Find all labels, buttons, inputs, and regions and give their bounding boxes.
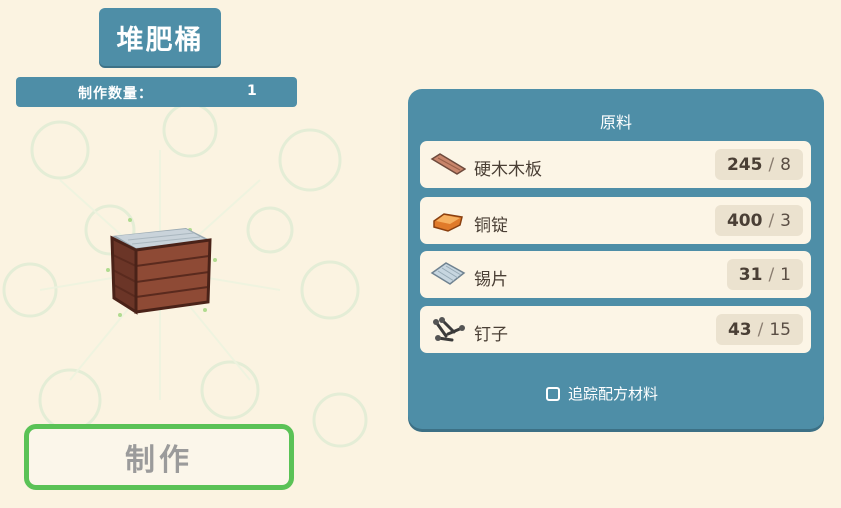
hardwood-plank-icon — [430, 153, 466, 175]
material-count: 43/15 — [715, 314, 803, 345]
material-need: 1 — [780, 264, 791, 285]
material-need: 8 — [780, 154, 791, 175]
material-count: 400/3 — [714, 205, 803, 236]
material-row[interactable]: 钉子 43/15 — [420, 306, 811, 353]
material-name: 硬木木板 — [474, 160, 542, 180]
materials-title: 原料 — [599, 113, 632, 132]
craft-button[interactable]: 制作 — [24, 424, 294, 490]
material-have: 43 — [727, 319, 752, 340]
material-row[interactable]: 硬木木板 245/8 — [420, 141, 811, 188]
quantity-bar: 制作数量： 1 — [16, 77, 297, 107]
material-have: 31 — [738, 264, 763, 285]
material-name: 锡片 — [474, 270, 508, 290]
material-count: 245/8 — [714, 149, 803, 180]
material-row[interactable]: 锡片 31/1 — [420, 251, 811, 298]
materials-panel: 原料 硬木木板 245/8 铜锭 400/3 锡片 31/1 钉子 43 / 1… — [408, 89, 824, 429]
material-have: 245 — [726, 154, 763, 175]
item-title: 堆肥桶 — [99, 8, 221, 66]
material-name: 钉子 — [474, 325, 508, 345]
quantity-label: 制作数量： — [78, 86, 153, 102]
nails-icon — [433, 317, 465, 342]
copper-ingot-icon — [433, 213, 463, 232]
material-count: 31/1 — [726, 259, 803, 290]
compost-bin-icon — [106, 218, 217, 317]
track-label: 追踪配方材料 — [568, 385, 659, 403]
track-materials-toggle[interactable]: 追踪配方材料 — [546, 383, 658, 404]
material-have: 400 — [726, 210, 763, 231]
track-checkbox[interactable] — [546, 386, 560, 401]
material-need: 15 — [769, 319, 791, 340]
tin-sheet-icon — [430, 262, 466, 285]
material-need: 3 — [780, 210, 791, 231]
material-name: 铜锭 — [474, 216, 508, 236]
quantity-value[interactable]: 1 — [247, 83, 257, 99]
material-row[interactable]: 铜锭 400/3 — [420, 197, 811, 244]
